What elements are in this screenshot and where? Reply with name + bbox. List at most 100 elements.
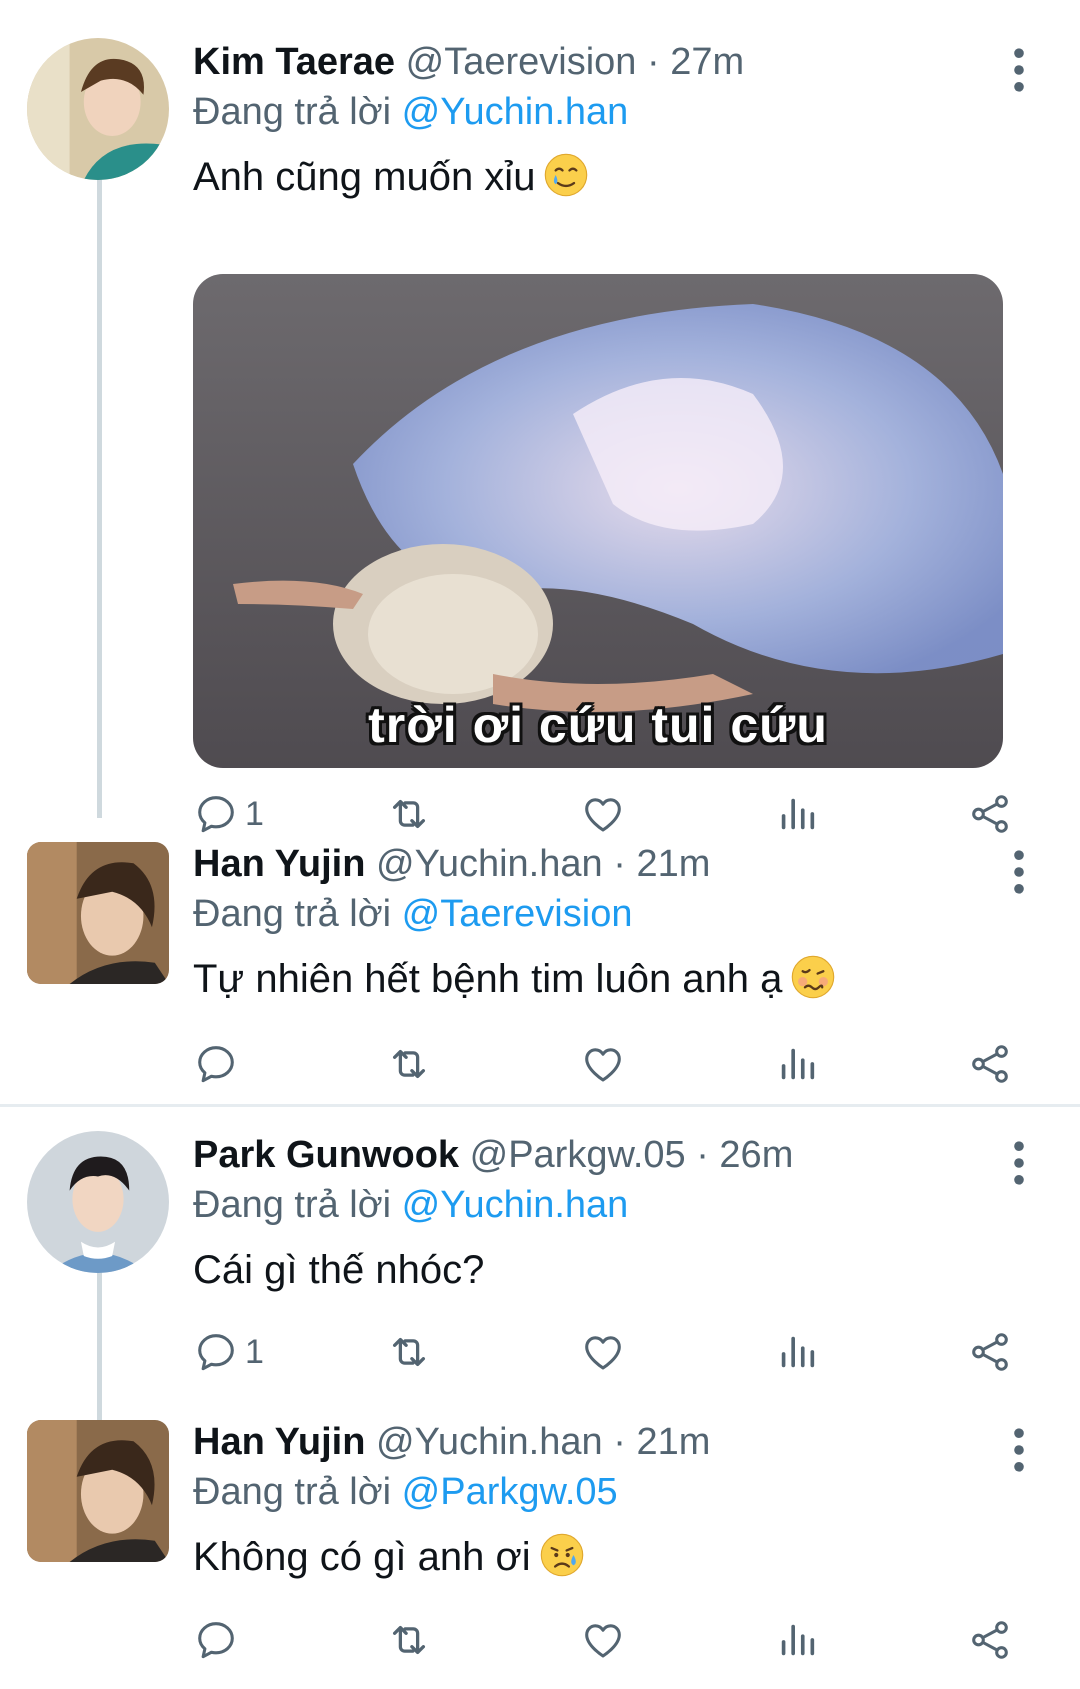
like-button[interactable] — [580, 1322, 626, 1382]
retweet-button[interactable] — [386, 1322, 432, 1382]
tweet-text: Không có gì anh ơi — [193, 1531, 585, 1583]
display-name[interactable]: Han Yujin — [193, 1421, 365, 1463]
tweet-text-content: Không có gì anh ơi — [193, 1535, 531, 1579]
reply-context: Đang trả lời @Parkgw.05 — [193, 1468, 618, 1516]
tweet-text-content: Anh cũng muốn xỉu — [193, 155, 536, 199]
retweet-icon — [386, 791, 432, 837]
share-icon — [967, 1041, 1013, 1087]
tweet-header: Park Gunwook @Parkgw.05 · 26m — [193, 1131, 793, 1179]
handle[interactable]: @Yuchin.han — [376, 1421, 603, 1463]
tweet-text: Anh cũng muốn xỉu — [193, 151, 589, 203]
tweet-han-yujin-2[interactable]: Han Yujin @Yuchin.han · 21m Đang trả lời… — [0, 1418, 1080, 1683]
retweet-button[interactable] — [386, 784, 432, 844]
media-caption: trời ơi cứu tui cứu — [368, 697, 828, 753]
share-button[interactable] — [967, 784, 1013, 844]
retweet-icon — [386, 1329, 432, 1375]
reply-mention[interactable]: @Taerevision — [402, 893, 633, 935]
stats-button[interactable] — [774, 1610, 820, 1670]
handle[interactable]: @Taerevision — [406, 41, 637, 83]
display-name[interactable]: Han Yujin — [193, 843, 365, 885]
share-icon — [967, 791, 1013, 837]
share-icon — [967, 1617, 1013, 1663]
heart-icon — [580, 1041, 626, 1087]
tweet-park-gunwook[interactable]: Park Gunwook @Parkgw.05 · 26m Đang trả l… — [0, 1131, 1080, 1421]
heart-icon — [580, 1329, 626, 1375]
tweet-text: Tự nhiên hết bệnh tim luôn anh ạ — [193, 953, 836, 1005]
reply-mention[interactable]: @Yuchin.han — [402, 91, 629, 133]
separator: · — [696, 1134, 709, 1176]
like-button[interactable] — [580, 1034, 626, 1094]
woozy-face-icon — [790, 954, 836, 1000]
avatar[interactable] — [27, 842, 169, 984]
heart-icon — [580, 1617, 626, 1663]
reply-icon — [193, 791, 239, 837]
reply-prefix: Đang trả lời — [193, 893, 392, 935]
tweet-kim-taerae[interactable]: Kim Taerae @Taerevision · 27m Đang trả l… — [0, 38, 1080, 833]
avatar[interactable] — [27, 1131, 169, 1273]
reply-button[interactable]: 1 — [193, 1322, 264, 1382]
reply-context: Đang trả lời @Taerevision — [193, 890, 632, 938]
stats-icon — [774, 791, 820, 837]
reply-prefix: Đang trả lời — [193, 91, 392, 133]
separator: · — [613, 843, 626, 885]
tweet-media-image[interactable]: trời ơi cứu tui cứu — [193, 274, 1003, 768]
tweet-actions: 1 — [193, 784, 1023, 844]
reply-count: 1 — [245, 1332, 264, 1371]
avatar[interactable] — [27, 1420, 169, 1562]
stats-icon — [774, 1041, 820, 1087]
tweet-header: Kim Taerae @Taerevision · 27m — [193, 38, 744, 86]
reply-prefix: Đang trả lời — [193, 1471, 392, 1513]
tweet-actions — [193, 1034, 1023, 1094]
display-name[interactable]: Park Gunwook — [193, 1134, 459, 1176]
handle[interactable]: @Yuchin.han — [376, 843, 603, 885]
reply-mention[interactable]: @Yuchin.han — [402, 1184, 629, 1226]
reply-button[interactable] — [193, 1034, 245, 1094]
reply-icon — [193, 1617, 239, 1663]
tweet-text-content: Cái gì thế nhóc? — [193, 1248, 485, 1292]
reply-button[interactable] — [193, 1610, 245, 1670]
tweet-header: Han Yujin @Yuchin.han · 21m — [193, 840, 710, 888]
more-options-icon[interactable] — [1004, 46, 1034, 94]
stats-button[interactable] — [774, 1322, 820, 1382]
reply-mention[interactable]: @Parkgw.05 — [402, 1471, 618, 1513]
more-options-icon[interactable] — [1004, 1139, 1034, 1187]
stats-icon — [774, 1329, 820, 1375]
more-options-icon[interactable] — [1004, 1426, 1034, 1474]
tweet-header: Han Yujin @Yuchin.han · 21m — [193, 1418, 710, 1466]
like-button[interactable] — [580, 1610, 626, 1670]
thread-line — [97, 178, 102, 818]
reply-context: Đang trả lời @Yuchin.han — [193, 88, 628, 136]
timestamp[interactable]: 26m — [719, 1134, 793, 1176]
separator: · — [613, 1421, 626, 1463]
timestamp[interactable]: 21m — [636, 1421, 710, 1463]
share-button[interactable] — [967, 1034, 1013, 1094]
retweet-button[interactable] — [386, 1034, 432, 1094]
sad-but-relieved-face-icon — [539, 1532, 585, 1578]
handle[interactable]: @Parkgw.05 — [470, 1134, 686, 1176]
timestamp[interactable]: 21m — [636, 843, 710, 885]
tweet-text-content: Tự nhiên hết bệnh tim luôn anh ạ — [193, 957, 783, 1001]
reply-prefix: Đang trả lời — [193, 1184, 392, 1226]
timestamp[interactable]: 27m — [670, 41, 744, 83]
avatar[interactable] — [27, 38, 169, 180]
more-options-icon[interactable] — [1004, 848, 1034, 896]
tweet-han-yujin[interactable]: Han Yujin @Yuchin.han · 21m Đang trả lời… — [0, 840, 1080, 1100]
retweet-icon — [386, 1041, 432, 1087]
heart-icon — [580, 791, 626, 837]
share-button[interactable] — [967, 1610, 1013, 1670]
thread-divider — [0, 1104, 1080, 1107]
stats-button[interactable] — [774, 1034, 820, 1094]
reply-icon — [193, 1041, 239, 1087]
reply-button[interactable]: 1 — [193, 784, 264, 844]
like-button[interactable] — [580, 784, 626, 844]
display-name[interactable]: Kim Taerae — [193, 41, 395, 83]
separator: · — [646, 41, 660, 83]
retweet-icon — [386, 1617, 432, 1663]
tweet-actions — [193, 1610, 1023, 1670]
reply-context: Đang trả lời @Yuchin.han — [193, 1181, 628, 1229]
share-icon — [967, 1329, 1013, 1375]
retweet-button[interactable] — [386, 1610, 432, 1670]
stats-button[interactable] — [774, 784, 820, 844]
share-button[interactable] — [967, 1322, 1013, 1382]
smiling-face-with-tear-icon — [543, 152, 589, 198]
